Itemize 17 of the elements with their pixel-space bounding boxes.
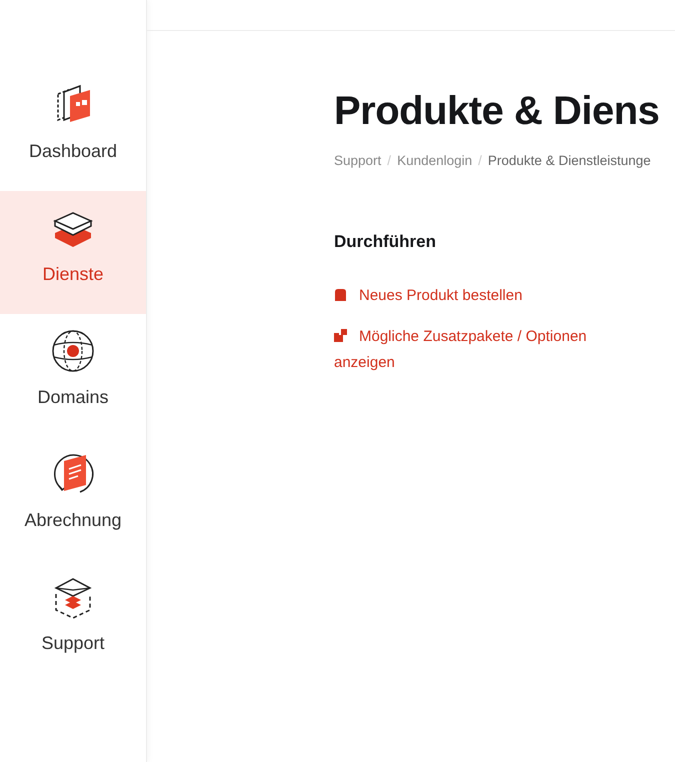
action-link[interactable]: Neues Produkt bestellen — [334, 282, 614, 309]
bag-icon — [334, 288, 347, 301]
breadcrumb-separator: / — [387, 152, 392, 170]
action-link[interactable]: Mögliche Zusatzpakete / Optionen anzeigen — [334, 324, 614, 376]
breadcrumb-link[interactable]: Produkte & Dienstleistunge — [488, 151, 651, 172]
nav-item[interactable]: Abrechnung — [0, 437, 146, 560]
nav-item[interactable]: Dienste — [0, 191, 146, 314]
nav-item[interactable]: Support — [0, 560, 146, 683]
squares-icon — [334, 328, 347, 342]
nav-item[interactable]: Dashboard — [0, 68, 146, 191]
breadcrumb-link[interactable]: Kundenlogin — [397, 151, 472, 172]
globe-icon — [50, 328, 96, 374]
page-title: Produkte & Diens — [334, 88, 660, 135]
nav-item[interactable]: Domains — [0, 314, 146, 437]
section-title: Durchführen — [334, 231, 437, 254]
breadcrumb-separator: / — [478, 152, 482, 170]
breadcrumb-link[interactable]: Support — [334, 151, 382, 172]
